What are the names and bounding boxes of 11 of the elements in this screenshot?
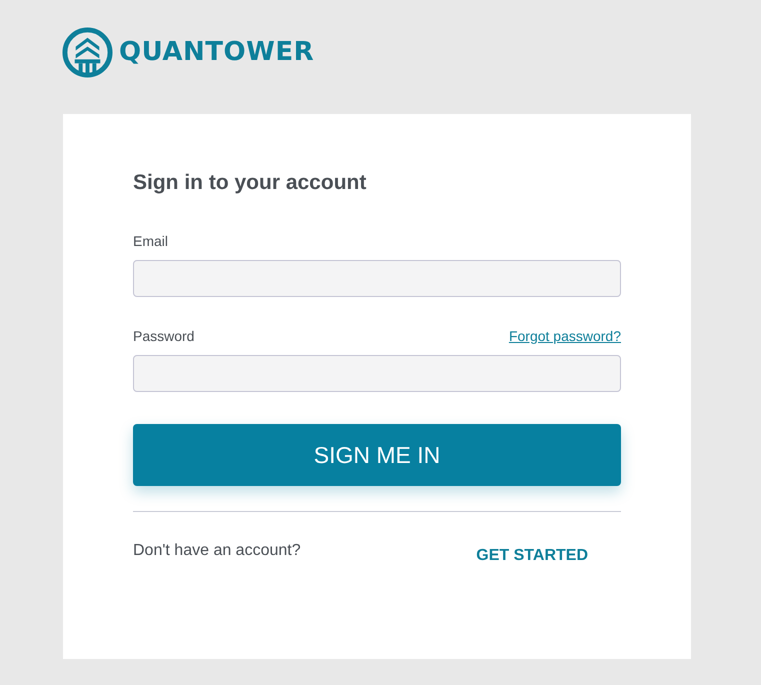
sign-in-button[interactable]: SIGN ME IN <box>133 424 621 486</box>
input-field[interactable] <box>133 355 621 392</box>
signup-prompt: Don't have an account? <box>133 542 301 560</box>
forgot-password-link[interactable]: Forgot password? <box>508 328 621 344</box>
tower-logo-icon <box>62 26 113 78</box>
field-label: Password <box>133 328 194 344</box>
input-field[interactable] <box>133 260 621 297</box>
field-label: Email <box>133 233 168 249</box>
form-title: Sign in to your account <box>133 170 368 196</box>
brand-name: QUANTOWER <box>119 37 314 67</box>
get-started-link[interactable]: GET STARTED <box>476 547 588 565</box>
